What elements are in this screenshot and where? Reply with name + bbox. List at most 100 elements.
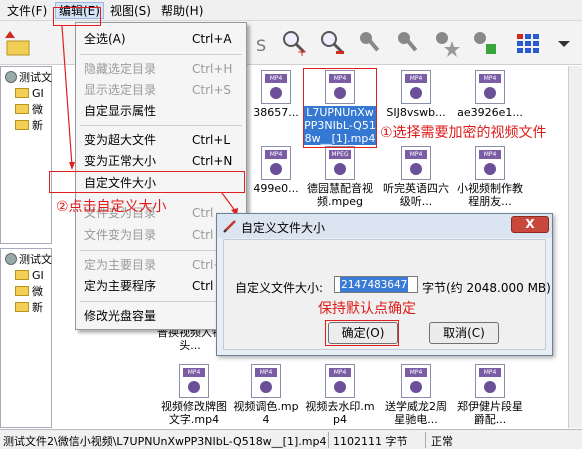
size-input[interactable]: 2147483647 [334, 276, 418, 293]
disc-icon [5, 71, 17, 83]
vertical-scrollbar[interactable] [568, 66, 582, 428]
file-name: 视频修改牌图文字.mp4 [161, 400, 227, 426]
menu-item-shortcut: Ctrl+L [192, 133, 231, 147]
edit-menu-highlight [53, 7, 101, 26]
selected-file-highlight [303, 68, 377, 148]
menu-item-shortcut: Ctrl+S [192, 83, 232, 97]
status-divider [328, 432, 329, 448]
folder-icon [15, 286, 29, 296]
tree-item[interactable]: 微 [15, 103, 43, 117]
key-export-icon[interactable] [470, 27, 498, 57]
status-path: 测试文件2\微信小视频\L7UPNUnXwPP3NIbL-Q518w__[1].… [3, 435, 327, 448]
dropdown-arrow-icon[interactable] [550, 27, 570, 57]
svg-text:S: S [256, 36, 266, 55]
menu-item-make-huge[interactable]: 变为超大文件 Ctrl+L [76, 130, 246, 150]
menu-item-label: 定为主要目录 [84, 258, 157, 272]
menu-item-shortcut: Ctrl+A [192, 32, 232, 46]
tree-label: 微 [32, 285, 43, 298]
file-item[interactable]: MP4 SIJ8vswb... [380, 70, 452, 119]
file-item[interactable]: MP4 38657... [240, 70, 312, 119]
menu-item-label: 变为超大文件 [84, 133, 157, 147]
menu-item-show-dir[interactable]: 显示选定目录 Ctrl+S [76, 80, 246, 100]
menu-item-shortcut: Ctrl+H [192, 62, 233, 76]
file-name: 听完英语四六级听... [383, 182, 449, 208]
size-value: 2147483647 [340, 277, 409, 292]
disc-icon [5, 253, 17, 265]
file-item[interactable]: MP4 送学威龙2周星驰电... [380, 364, 452, 426]
menu-item-shortcut: Ctrl [192, 228, 214, 242]
folder-icon [15, 270, 29, 280]
video-file-icon: MP4 [475, 364, 505, 398]
file-item[interactable]: MP4 视频去水印.mp4 [304, 364, 376, 426]
menu-item-make-normal[interactable]: 变为正常大小 Ctrl+N [76, 151, 246, 171]
menu-item-shortcut: Ctrl [192, 206, 214, 220]
file-tag: MP4 [479, 150, 501, 159]
menu-item-hide-dir[interactable]: 隐藏选定目录 Ctrl+H [76, 59, 246, 79]
file-tag: MPEG [329, 150, 351, 159]
custom-size-highlight [49, 171, 245, 193]
file-tag: MP4 [255, 368, 277, 377]
menu-item-label: 隐藏选定目录 [84, 62, 157, 76]
tree-item-root[interactable]: 测试文 [5, 253, 52, 267]
menu-item-label: 定为主要程序 [84, 279, 157, 293]
video-file-icon: MP4 [261, 70, 291, 104]
file-name: 499e0... [253, 182, 299, 195]
file-name: 小视频制作教程朋友... [457, 182, 523, 208]
annotation-keep-default: 保持默认点确定 [318, 301, 416, 317]
status-state: 正常 [431, 435, 453, 448]
tree-item[interactable]: 新 [15, 301, 43, 315]
view-grid-icon[interactable] [514, 27, 542, 57]
file-item[interactable]: MP4 郑伊健片段星爵配... [454, 364, 526, 426]
menu-separator [80, 125, 242, 126]
save-icon[interactable]: S [248, 27, 276, 57]
menu-item-label: 自定显示属性 [84, 104, 157, 118]
zoom-add-icon[interactable]: + [280, 27, 308, 59]
menu-item-select-all[interactable]: 全选(A) Ctrl+A [76, 29, 246, 49]
menu-help[interactable]: 帮助(H) [158, 3, 206, 19]
file-tag: MP4 [329, 368, 351, 377]
tree-item[interactable]: GI [15, 269, 44, 283]
annotation-step1: ①选择需要加密的视频文件 [380, 125, 547, 141]
file-tag: MP4 [405, 74, 427, 83]
file-item[interactable]: MP4 听完英语四六级听... [380, 146, 452, 208]
key-icon[interactable] [356, 27, 384, 57]
tree-label: 新 [32, 119, 43, 132]
tree-item[interactable]: GI [15, 87, 44, 101]
status-bar: 测试文件2\微信小视频\L7UPNUnXwPP3NIbL-Q518w__[1].… [0, 429, 582, 449]
file-item[interactable]: MP4 视频修改牌图文字.mp4 [158, 364, 230, 426]
video-file-icon: MP4 [401, 70, 431, 104]
tree-item[interactable]: 新 [15, 119, 43, 133]
svg-text:+: + [297, 45, 307, 57]
file-tag: MP4 [265, 74, 287, 83]
key-edit-icon[interactable] [394, 27, 422, 57]
video-file-icon: MP4 [475, 146, 505, 180]
annotation-step2: ②点击自定义大小 [56, 199, 167, 215]
file-tag: MP4 [479, 368, 501, 377]
tree-item[interactable]: 微 [15, 285, 43, 299]
ok-button-highlight [325, 320, 399, 346]
menu-item-label: 修改光盘容量 [84, 309, 157, 323]
file-item[interactable]: MP4 小视频制作教程朋友... [454, 146, 526, 208]
video-file-icon: MP4 [401, 146, 431, 180]
file-item[interactable]: MP4 499e0... [240, 146, 312, 195]
folder-icon [15, 104, 29, 114]
folder-icon [15, 88, 29, 98]
file-name: 38657... [253, 106, 299, 119]
video-file-icon: MPEG [325, 146, 355, 180]
menu-item-custom-display[interactable]: 自定显示属性 [76, 101, 246, 121]
menu-view[interactable]: 视图(S) [107, 3, 154, 19]
file-item[interactable]: MPEG 德园慧配音视频.mpeg [304, 146, 376, 208]
zoom-remove-icon[interactable] [318, 27, 346, 57]
cancel-button[interactable]: 取消(C) [429, 322, 499, 344]
tree-item-root[interactable]: 测试文 [5, 71, 52, 85]
close-button[interactable]: X [511, 216, 549, 233]
file-name: SIJ8vswb... [386, 106, 446, 119]
file-item[interactable]: MP4 ae3926e1... [454, 70, 526, 119]
key-star-icon[interactable] [432, 27, 460, 57]
menu-file[interactable]: 文件(F) [4, 3, 50, 19]
up-folder-icon[interactable] [4, 27, 32, 57]
size-unit: 字节(约 2048.000 MB) [422, 281, 551, 295]
file-tag: MP4 [183, 368, 205, 377]
file-item[interactable]: MP4 视频调色.mp4 [230, 364, 302, 426]
dialog-titlebar[interactable]: 自定义文件大小 X [217, 214, 552, 238]
